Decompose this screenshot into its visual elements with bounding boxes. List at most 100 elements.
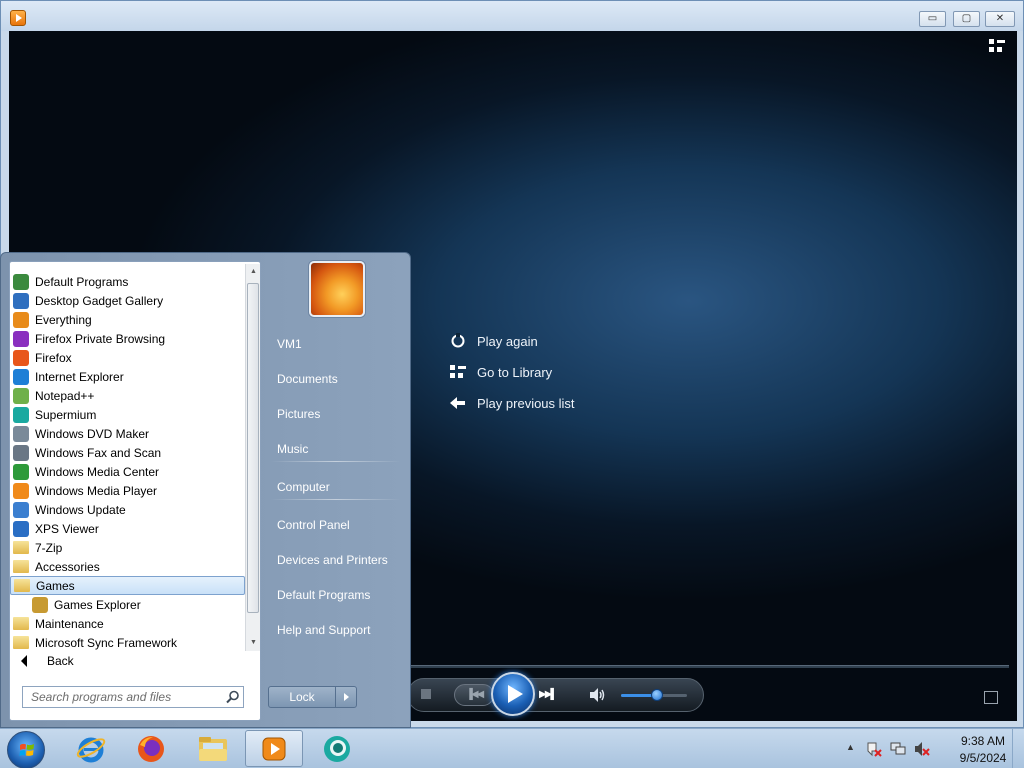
previous-button[interactable]: ▐◀◀ xyxy=(454,684,494,706)
menu-separator xyxy=(271,499,401,500)
pictures-link[interactable]: Pictures xyxy=(267,401,403,427)
minimize-button[interactable]: ▭ xyxy=(919,11,946,27)
program-item[interactable]: Games Explorer xyxy=(10,595,245,614)
taskbar-file-explorer[interactable] xyxy=(184,730,242,767)
supermium-icon xyxy=(13,406,29,423)
program-label: Maintenance xyxy=(35,616,104,631)
all-programs-pane: Default Programs Desktop Gadget Gallery Ev… xyxy=(9,261,261,721)
play-previous-list-link[interactable]: Play previous list xyxy=(449,393,575,413)
program-item[interactable]: Internet Explorer xyxy=(10,367,245,386)
program-label: Windows DVD Maker xyxy=(35,426,150,441)
program-label: Games xyxy=(36,578,75,593)
program-item[interactable]: Games xyxy=(10,576,245,595)
program-label: Default Programs xyxy=(35,274,129,289)
program-label: Notepad++ xyxy=(35,388,95,403)
scroll-thumb[interactable] xyxy=(247,283,259,613)
program-item[interactable]: Windows Media Center xyxy=(10,462,245,481)
play-again-label: Play again xyxy=(477,333,538,349)
firefox-icon xyxy=(13,349,29,366)
search-icon[interactable] xyxy=(226,690,240,704)
program-label: XPS Viewer xyxy=(35,521,99,536)
fax-scan-icon xyxy=(13,444,29,461)
play-previous-list-label: Play previous list xyxy=(477,395,575,411)
program-label: Windows Media Center xyxy=(35,464,160,479)
program-item[interactable]: Desktop Gadget Gallery xyxy=(10,291,245,310)
start-menu: Default Programs Desktop Gadget Gallery Ev… xyxy=(0,252,411,728)
program-item[interactable]: Default Programs xyxy=(10,272,245,291)
taskbar-internet-explorer[interactable] xyxy=(62,730,120,767)
stop-button[interactable] xyxy=(421,689,431,699)
documents-link[interactable]: Documents xyxy=(267,366,403,392)
lock-options-button[interactable] xyxy=(335,686,357,708)
control-panel-link[interactable]: Control Panel xyxy=(267,512,403,538)
volume-muted-icon[interactable] xyxy=(914,741,930,757)
window-titlebar[interactable]: ▭ ▢ ✕ xyxy=(1,1,1023,31)
programs-scrollbar[interactable]: ▲ ▼ xyxy=(245,264,260,651)
show-hidden-icons-button[interactable]: ▲ xyxy=(846,742,855,752)
notepadpp-icon xyxy=(13,387,29,404)
clock-date[interactable]: 9/5/2024 xyxy=(950,751,1016,765)
go-to-library-link[interactable]: Go to Library xyxy=(449,362,552,382)
show-desktop-button[interactable] xyxy=(1012,729,1024,768)
firefox-private-icon xyxy=(13,330,29,347)
switch-to-library-icon[interactable] xyxy=(989,39,1005,53)
music-link[interactable]: Music xyxy=(267,436,403,462)
devices-printers-link[interactable]: Devices and Printers xyxy=(267,547,403,573)
next-button[interactable]: ▶▶▌ xyxy=(539,685,569,705)
file-explorer-icon xyxy=(199,736,227,761)
action-center-icon[interactable] xyxy=(866,741,882,757)
program-item[interactable]: Windows DVD Maker xyxy=(10,424,245,443)
program-item[interactable]: Windows Media Player xyxy=(10,481,245,500)
program-label: 7-Zip xyxy=(35,540,63,555)
program-label: Internet Explorer xyxy=(35,369,124,384)
clock-time[interactable]: 9:38 AM xyxy=(950,734,1016,748)
firefox-icon xyxy=(138,735,164,762)
network-icon[interactable] xyxy=(890,741,906,757)
search-input[interactable]: Search programs and files xyxy=(22,686,244,708)
internet-explorer-icon xyxy=(13,368,29,385)
program-item[interactable]: 7-Zip xyxy=(10,538,245,557)
default-programs-link[interactable]: Default Programs xyxy=(267,582,403,608)
play-again-link[interactable]: Play again xyxy=(449,331,538,351)
help-support-link[interactable]: Help and Support xyxy=(267,617,403,643)
replay-icon xyxy=(449,332,467,350)
user-avatar[interactable] xyxy=(309,261,365,317)
default-programs-icon xyxy=(13,273,29,290)
program-item[interactable]: Supermium xyxy=(10,405,245,424)
taskbar-firefox[interactable] xyxy=(122,730,180,767)
close-button[interactable]: ✕ xyxy=(985,11,1015,27)
supermium-icon xyxy=(324,735,350,762)
program-item[interactable]: Firefox xyxy=(10,348,245,367)
media-player-icon xyxy=(13,482,29,499)
program-item[interactable]: Accessories xyxy=(10,557,245,576)
program-item[interactable]: Maintenance xyxy=(10,614,245,633)
windows-update-icon xyxy=(13,501,29,518)
back-button[interactable]: Back xyxy=(10,648,260,674)
maximize-button[interactable]: ▢ xyxy=(953,11,980,27)
scroll-up-button[interactable]: ▲ xyxy=(246,264,261,280)
program-label: Firefox Private Browsing xyxy=(35,331,166,346)
user-folder-link[interactable]: VM1 xyxy=(267,331,403,357)
program-label: Supermium xyxy=(35,407,97,422)
program-item[interactable]: Windows Fax and Scan xyxy=(10,443,245,462)
taskbar-supermium[interactable] xyxy=(308,730,366,767)
program-label: Windows Fax and Scan xyxy=(35,445,162,460)
computer-link[interactable]: Computer xyxy=(267,474,403,500)
media-player-app-icon xyxy=(10,10,26,26)
search-placeholder: Search programs and files xyxy=(31,690,172,704)
program-item[interactable]: Windows Update xyxy=(10,500,245,519)
taskbar-media-player[interactable] xyxy=(245,730,303,767)
lock-button[interactable]: Lock xyxy=(268,686,336,708)
start-button[interactable] xyxy=(7,731,45,768)
speaker-icon[interactable] xyxy=(589,687,605,703)
media-center-icon xyxy=(13,463,29,480)
program-item[interactable]: Firefox Private Browsing xyxy=(10,329,245,348)
program-item[interactable]: XPS Viewer xyxy=(10,519,245,538)
program-item[interactable]: Everything xyxy=(10,310,245,329)
fullscreen-icon[interactable] xyxy=(984,691,998,704)
play-button[interactable] xyxy=(491,672,535,716)
program-label: Everything xyxy=(35,312,92,327)
program-item[interactable]: Notepad++ xyxy=(10,386,245,405)
media-player-icon xyxy=(262,737,286,760)
program-label: Windows Update xyxy=(35,502,126,517)
